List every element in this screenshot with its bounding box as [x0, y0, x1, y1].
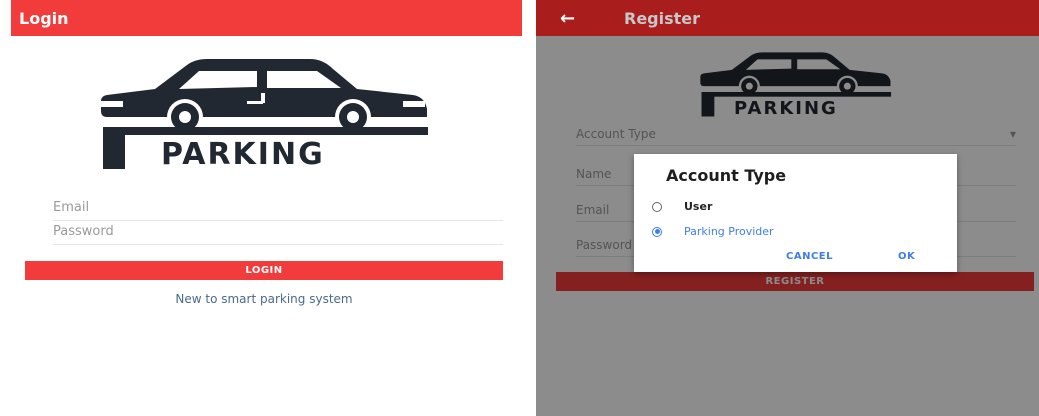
option-user[interactable]: User: [652, 200, 712, 213]
option-parking-provider[interactable]: Parking Provider: [652, 225, 774, 238]
dialog-title: Account Type: [666, 166, 787, 185]
register-link[interactable]: New to smart parking system: [25, 292, 503, 306]
email-field[interactable]: Email: [53, 200, 503, 221]
radio-selected-icon: [652, 226, 662, 237]
login-screen: Login PARKING Email Password LOGIN New t…: [0, 0, 525, 416]
ok-button[interactable]: OK: [898, 251, 915, 262]
account-type-dialog: Account Type User Parking Provider CANCE…: [634, 154, 957, 272]
register-toolbar: ← Register: [536, 0, 1039, 36]
password-field[interactable]: Password: [53, 224, 503, 245]
arrow-left-icon[interactable]: ←: [536, 8, 604, 29]
parking-logo: PARKING: [95, 55, 435, 175]
login-button-label: LOGIN: [245, 265, 283, 276]
register-screen: ← Register PARKING Account Type ▾ Name E…: [536, 0, 1039, 416]
login-toolbar: Login: [11, 0, 522, 36]
option-label: Parking Provider: [684, 225, 774, 238]
logo-text: PARKING: [161, 137, 325, 172]
cancel-button[interactable]: CANCEL: [786, 251, 833, 262]
option-label: User: [684, 200, 713, 213]
login-button[interactable]: LOGIN: [25, 261, 503, 280]
login-title: Login: [19, 8, 69, 28]
register-title: Register: [624, 8, 701, 28]
email-placeholder: Email: [53, 200, 90, 215]
password-placeholder: Password: [53, 224, 114, 239]
radio-icon: [652, 201, 662, 212]
